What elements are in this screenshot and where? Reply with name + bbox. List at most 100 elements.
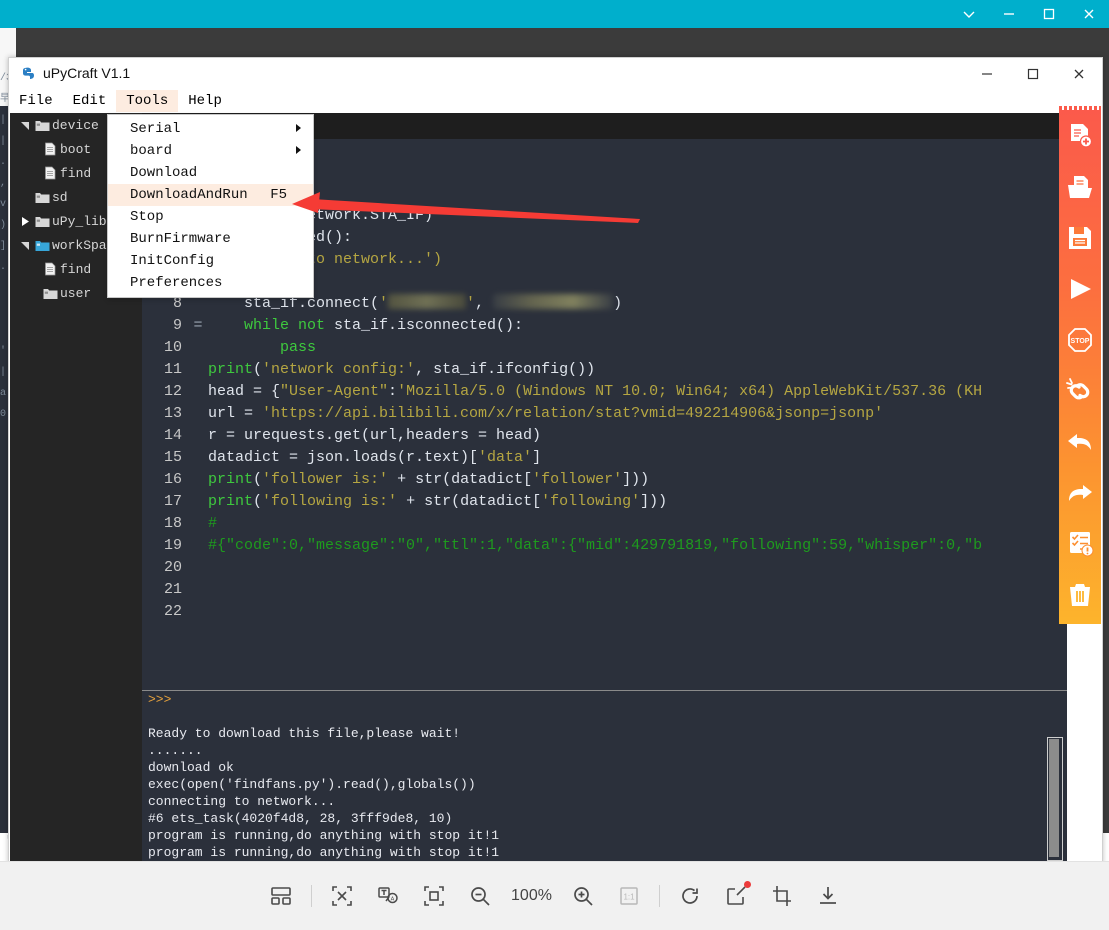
submenu-arrow-icon — [296, 124, 301, 132]
code-line[interactable]: 17 print('following is:' + str(datadict['… — [142, 491, 1067, 513]
menu-tools[interactable]: Tools — [116, 90, 179, 112]
menu-item-preferences[interactable]: Preferences — [108, 272, 313, 294]
fold-marker[interactable] — [188, 535, 208, 557]
new-file-icon[interactable] — [1059, 110, 1101, 161]
code-token: : — [388, 383, 398, 400]
code-line[interactable]: 19 #{"code":0,"message":"0","ttl":1,"data… — [142, 535, 1067, 557]
fold-marker[interactable] — [188, 469, 208, 491]
console-scrollbar-thumb[interactable] — [1049, 739, 1059, 857]
edit-icon[interactable] — [713, 873, 759, 919]
actual-frame-icon[interactable] — [411, 873, 457, 919]
code-token: r = urequests.get(url,headers = head) — [208, 427, 542, 444]
fold-marker[interactable] — [188, 359, 208, 381]
fold-marker[interactable] — [188, 381, 208, 403]
save-file-icon[interactable] — [1059, 212, 1101, 263]
minimize-icon[interactable] — [989, 0, 1029, 28]
image-canvas[interactable]: /3早||.,v)]. '.|a0 '4000000 os.ell'pin_ce… — [0, 28, 1109, 861]
app-close-icon[interactable] — [1056, 58, 1102, 89]
code-token: ])) — [622, 471, 650, 488]
fold-marker[interactable] — [188, 557, 208, 579]
code-line[interactable]: 16 print('follower is:' + str(datadict['f… — [142, 469, 1067, 491]
fit-screen-icon[interactable] — [319, 873, 365, 919]
menu-help[interactable]: Help — [178, 90, 232, 112]
code-line[interactable]: 12 head = {"User-Agent":'Mozilla/5.0 (Win… — [142, 381, 1067, 403]
zoom-out-icon[interactable] — [457, 873, 503, 919]
menu-item-initconfig[interactable]: InitConfig — [108, 250, 313, 272]
code-token: 'data' — [478, 449, 533, 466]
one-to-one-icon[interactable]: 1:1 — [606, 873, 652, 919]
fold-marker[interactable]: = — [188, 315, 208, 337]
fold-marker[interactable] — [188, 337, 208, 359]
menu-item-label: InitConfig — [130, 253, 215, 269]
line-number: 16 — [163, 471, 182, 488]
code-token: , sta_if.ifconfig()) — [415, 361, 596, 378]
redo-icon[interactable] — [1059, 467, 1101, 518]
code-text: url = 'https://api.bilibili.com/x/relati… — [208, 403, 1067, 425]
chevron-down-icon[interactable] — [949, 0, 989, 28]
menu-item-board[interactable]: board — [108, 140, 313, 162]
tree-twisty-icon[interactable] — [18, 216, 32, 226]
rotate-right-icon[interactable] — [667, 873, 713, 919]
syntax-check-icon[interactable] — [1059, 518, 1101, 569]
stop-icon[interactable]: STOP — [1059, 314, 1101, 365]
fold-marker[interactable] — [188, 513, 208, 535]
code-line[interactable]: 14 r = urequests.get(url,headers = head) — [142, 425, 1067, 447]
svg-text:1:1: 1:1 — [623, 893, 635, 902]
code-line[interactable]: 20 — [142, 557, 1067, 579]
tools-dropdown-menu[interactable]: Serial board Download DownloadAndRun F5 Stop B… — [107, 114, 314, 298]
fold-marker[interactable] — [188, 579, 208, 601]
fold-marker[interactable] — [188, 425, 208, 447]
menu-item-burnfirmware[interactable]: BurnFirmware — [108, 228, 313, 250]
thumbnails-icon[interactable] — [258, 873, 304, 919]
file-icon — [40, 166, 60, 180]
crop-icon[interactable] — [759, 873, 805, 919]
code-line[interactable]: 22 — [142, 601, 1067, 623]
fold-marker[interactable] — [188, 447, 208, 469]
code-line[interactable]: 21 — [142, 579, 1067, 601]
fold-marker[interactable] — [188, 601, 208, 623]
code-line[interactable]: 13 url = 'https://api.bilibili.com/x/rela… — [142, 403, 1067, 425]
code-line[interactable]: 10 pass — [142, 337, 1067, 359]
maximize-icon[interactable] — [1029, 0, 1069, 28]
menu-file[interactable]: File — [9, 90, 63, 112]
code-line[interactable]: 9 = while not sta_if.isconnected(): — [142, 315, 1067, 337]
image-viewer-window: /3早||.,v)]. '.|a0 '4000000 os.ell'pin_ce… — [0, 0, 1109, 930]
delete-icon[interactable] — [1059, 569, 1101, 620]
code-line[interactable]: 11 print('network config:', sta_if.ifconf… — [142, 359, 1067, 381]
fold-marker[interactable] — [188, 491, 208, 513]
save-download-icon[interactable] — [805, 873, 851, 919]
ocr-translate-icon[interactable]: A — [365, 873, 411, 919]
zoom-in-icon[interactable] — [560, 873, 606, 919]
code-token: 'follower' — [532, 471, 623, 488]
code-token: head = { — [208, 383, 281, 400]
menu-item-serial[interactable]: Serial — [108, 118, 313, 140]
console-panel[interactable]: >>> Ready to download this file,please w… — [142, 690, 1067, 861]
code-line[interactable]: 18 # — [142, 513, 1067, 535]
menu-item-download[interactable]: Download — [108, 162, 313, 184]
fold-marker[interactable] — [188, 403, 208, 425]
code-text: # — [208, 513, 1067, 535]
menu-item-label: Stop — [130, 209, 164, 225]
tree-item-label: user — [60, 285, 92, 301]
app-minimize-icon[interactable] — [964, 58, 1010, 89]
code-line[interactable]: 15 datadict = json.loads(r.text)['data'] — [142, 447, 1067, 469]
app-maximize-icon[interactable] — [1010, 58, 1056, 89]
code-token: ( — [253, 493, 263, 510]
console-scrollbar[interactable] — [1047, 737, 1063, 861]
menu-edit[interactable]: Edit — [63, 90, 117, 112]
tree-item-label: find — [60, 261, 92, 277]
menu-item-downloadandrun[interactable]: DownloadAndRun F5 — [108, 184, 313, 206]
menu-item-label: Serial — [130, 121, 181, 137]
undo-icon[interactable] — [1059, 416, 1101, 467]
open-file-icon[interactable] — [1059, 161, 1101, 212]
code-token: # — [208, 515, 218, 532]
tree-twisty-icon[interactable] — [18, 121, 32, 130]
menu-item-stop[interactable]: Stop — [108, 206, 313, 228]
run-icon[interactable] — [1059, 263, 1101, 314]
close-icon[interactable] — [1069, 0, 1109, 28]
connect-icon[interactable] — [1059, 365, 1101, 416]
console-line: >>> — [148, 692, 172, 707]
code-text: print('following is:' + str(datadict['fo… — [208, 491, 1067, 513]
tree-twisty-icon[interactable] — [18, 241, 32, 250]
